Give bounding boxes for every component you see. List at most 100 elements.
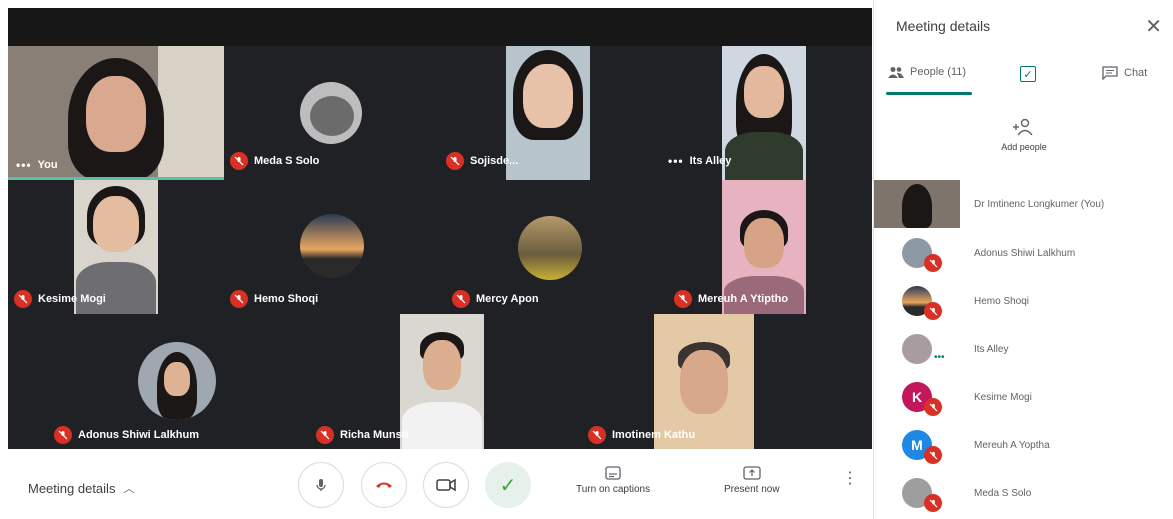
- participant-row[interactable]: ••• Its Alley: [874, 326, 1173, 374]
- video-tile-mereuh[interactable]: Mereuh A Ytiptho: [656, 180, 872, 314]
- mic-off-icon: [924, 398, 942, 416]
- video-tile-imotinem[interactable]: Imotinem Kathu: [570, 314, 832, 449]
- mic-off-icon: [924, 254, 942, 272]
- check-icon: ✓: [499, 474, 517, 497]
- meeting-details-label: Meeting details: [28, 480, 116, 496]
- participant-name: Its Alley: [974, 344, 1009, 355]
- tile-label: Hemo Shoqi: [230, 290, 318, 308]
- video-tile-meda[interactable]: Meda S Solo: [224, 46, 440, 180]
- tile-label: Adonus Shiwi Lalkhum: [54, 426, 199, 444]
- video-feed: [400, 314, 484, 449]
- person-face: [86, 76, 146, 152]
- meeting-details-button[interactable]: Meeting details ︿: [28, 480, 134, 496]
- tile-label: Richa Munsti: [316, 426, 408, 444]
- participant-row[interactable]: Dr Imtinenc Longkumer (You): [874, 180, 1173, 228]
- captions-icon: [605, 466, 621, 480]
- meeting-details-panel: Meeting details ✕ People (11) ✓ Chat Add…: [873, 0, 1173, 519]
- speaking-dots-icon: •••: [934, 352, 945, 363]
- participant-name: Kesime Mogi: [974, 392, 1032, 403]
- panel-title: Meeting details: [896, 18, 991, 34]
- video-tile-hemo[interactable]: Hemo Shoqi: [224, 180, 440, 314]
- video-tile-mercy[interactable]: Mercy Apon: [440, 180, 656, 314]
- mic-off-icon: [316, 426, 334, 444]
- mic-off-icon: [588, 426, 606, 444]
- participant-name: Hemo Shoqi: [974, 296, 1030, 307]
- tile-label: Kesime Mogi: [14, 290, 106, 308]
- captions-button[interactable]: Turn on captions: [576, 466, 650, 495]
- leave-call-button[interactable]: [361, 462, 407, 508]
- tile-label: Imotinem Kathu: [588, 426, 695, 444]
- chat-icon: [1102, 66, 1118, 80]
- participant-name: Adonus Shiwi Lalkhum: [78, 429, 200, 441]
- tile-label: Sojisde...: [446, 152, 518, 170]
- tab-chat-label: Chat: [1124, 67, 1148, 79]
- participant-row[interactable]: Hemo Shoqi: [874, 278, 1173, 326]
- people-icon: [888, 67, 904, 78]
- top-bar: [8, 8, 872, 46]
- video-tile-adonus[interactable]: Adonus Shiwi Lalkhum: [46, 314, 308, 449]
- add-people-label: Add people: [1001, 142, 1047, 152]
- avatar: [138, 342, 216, 420]
- mic-off-icon: [924, 494, 942, 512]
- tab-chat[interactable]: Chat: [1102, 66, 1147, 80]
- mic-icon: [316, 479, 326, 491]
- camera-icon: [436, 478, 456, 492]
- mic-button[interactable]: [298, 462, 344, 508]
- avatar: [902, 334, 932, 364]
- video-tile-richa[interactable]: Richa Munsti: [308, 314, 570, 449]
- video-tile-you[interactable]: ••• You: [8, 46, 224, 180]
- participant-name: Mercy Apon: [476, 293, 539, 305]
- participant-name: Meda S Solo: [254, 155, 320, 167]
- mic-off-icon: [230, 290, 248, 308]
- avatar: [300, 214, 364, 278]
- present-button[interactable]: Present now: [724, 466, 780, 495]
- more-options-icon[interactable]: ⋮: [842, 471, 858, 487]
- participant-row[interactable]: K Kesime Mogi: [874, 374, 1173, 422]
- video-grid: ••• You Meda S Solo Sojisde... ••• Its A…: [8, 8, 872, 449]
- camera-button[interactable]: [423, 462, 469, 508]
- participant-name: Sojisde...: [470, 155, 519, 167]
- more-options-icon[interactable]: •••: [16, 158, 32, 172]
- mic-off-icon: [230, 152, 248, 170]
- tile-label: Meda S Solo: [230, 152, 319, 170]
- tab-extension[interactable]: ✓: [1020, 66, 1036, 82]
- add-person-icon: [1013, 118, 1033, 136]
- video-tile-kesime[interactable]: Kesime Mogi: [8, 180, 224, 314]
- tab-people-label: People (11): [910, 66, 967, 78]
- participant-name: Hemo Shoqi: [254, 293, 319, 305]
- tile-label: ••• You: [16, 158, 58, 172]
- avatar: [518, 216, 582, 280]
- close-icon[interactable]: ✕: [1145, 14, 1162, 39]
- present-icon: [743, 466, 761, 480]
- participant-name: Richa Munsti: [340, 429, 409, 441]
- tab-people[interactable]: People (11): [888, 66, 966, 78]
- self-thumbnail: [874, 180, 960, 228]
- mic-off-icon: [446, 152, 464, 170]
- mic-off-icon: [924, 446, 942, 464]
- video-feed: [506, 46, 590, 180]
- hang-up-icon: [376, 482, 392, 488]
- participant-name: Mereuh A Ytiptho: [698, 293, 789, 305]
- tile-label: ••• Its Alley: [668, 154, 731, 168]
- tile-label: Mereuh A Ytiptho: [674, 290, 788, 308]
- participant-name: Meda S Solo: [974, 488, 1032, 499]
- participant-row[interactable]: Adonus Shiwi Lalkhum: [874, 230, 1173, 278]
- checkbox-icon: ✓: [1020, 66, 1036, 82]
- participant-row[interactable]: M Mereuh A Yoptha: [874, 422, 1173, 470]
- mic-off-icon: [674, 290, 692, 308]
- add-people-button[interactable]: Add people: [974, 118, 1074, 152]
- mic-off-icon: [924, 302, 942, 320]
- present-label: Present now: [724, 484, 780, 495]
- video-tile-its-alley[interactable]: ••• Its Alley: [656, 46, 872, 180]
- participant-name: Kesime Mogi: [38, 293, 106, 305]
- avatar: [300, 82, 362, 144]
- attendance-extension-button[interactable]: ✓: [485, 462, 531, 508]
- video-feed: [722, 46, 806, 180]
- window-background: [158, 46, 224, 180]
- participant-name: Dr Imtinenc Longkumer (You): [974, 199, 1105, 210]
- video-tile-sojisde[interactable]: Sojisde...: [440, 46, 656, 180]
- more-options-icon[interactable]: •••: [668, 154, 684, 168]
- participant-name: Its Alley: [689, 155, 732, 167]
- participant-row[interactable]: Meda S Solo: [874, 470, 1173, 518]
- participant-name: Imotinem Kathu: [612, 429, 696, 441]
